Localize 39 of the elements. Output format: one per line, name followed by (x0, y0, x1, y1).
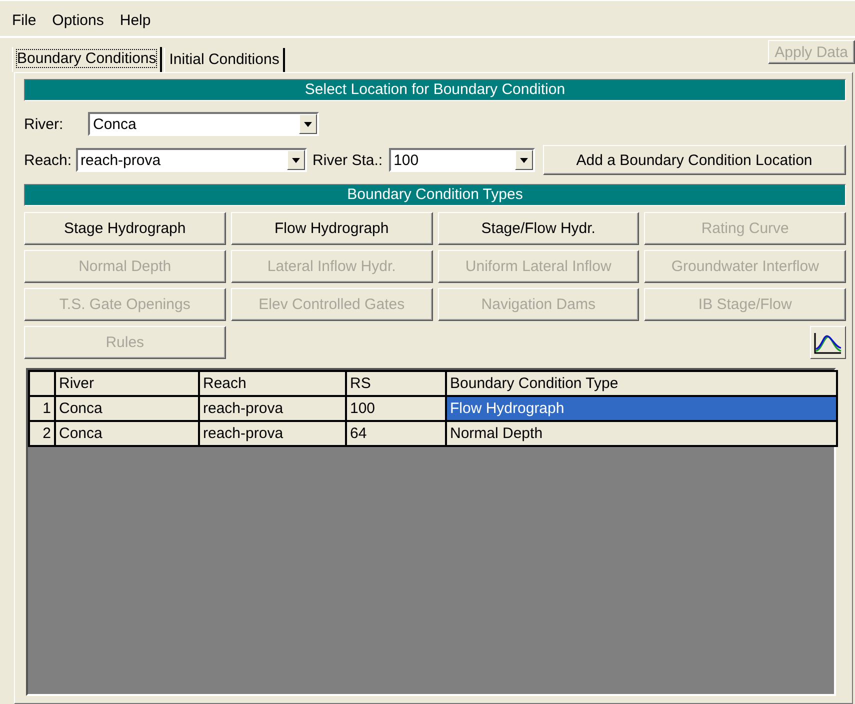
add-location-button[interactable]: Add a Boundary Condition Location (542, 145, 846, 175)
column-header: River (55, 371, 199, 396)
table-cell[interactable]: Conca (55, 396, 199, 421)
menu-item[interactable]: Options (52, 12, 104, 32)
dropdown-button[interactable] (299, 114, 317, 134)
row-number: 2 (29, 421, 55, 446)
dropdown-field[interactable]: reach-prova (76, 148, 307, 172)
table-cell[interactable]: Conca (55, 421, 199, 446)
menu-item[interactable]: Help (120, 12, 151, 32)
boundary-type-button[interactable]: Stage Hydrograph (24, 212, 226, 245)
table-cell[interactable]: 64 (346, 421, 446, 446)
caret-icon (520, 158, 528, 162)
field-label: River: (24, 116, 64, 132)
section-header: Boundary Condition Types (24, 184, 846, 206)
tab[interactable]: Boundary Conditions (12, 47, 162, 72)
column-header: RS (346, 371, 446, 396)
caret-icon (304, 122, 312, 126)
column-header: Reach (199, 371, 346, 396)
dropdown-field[interactable]: 100 (388, 148, 535, 172)
table-cell[interactable]: 100 (346, 396, 446, 421)
section-header: Select Location for Boundary Condition (24, 79, 846, 101)
graph-icon (813, 330, 843, 354)
dropdown-button[interactable] (286, 150, 305, 170)
field-label: Reach: (24, 152, 72, 168)
column-header: Boundary Condition Type (446, 371, 837, 396)
dropdown-field[interactable]: Conca (88, 112, 319, 136)
boundary-type-button[interactable]: Stage/Flow Hydr. (438, 212, 640, 245)
plot-button[interactable] (810, 326, 846, 359)
menu-item[interactable]: File (12, 12, 36, 32)
tab[interactable]: Initial Conditions (164, 48, 286, 73)
boundary-type-button[interactable]: Flow Hydrograph (230, 212, 432, 245)
table-cell[interactable]: reach-prova (199, 396, 346, 421)
table-cell[interactable]: Normal Depth (446, 421, 837, 446)
table-cell[interactable]: reach-prova (199, 421, 346, 446)
dropdown-button[interactable] (514, 150, 533, 170)
field-label: River Sta.: (312, 152, 383, 168)
row-number: 1 (29, 396, 55, 421)
table-cell[interactable]: Flow Hydrograph (446, 396, 837, 421)
caret-icon (292, 158, 300, 162)
